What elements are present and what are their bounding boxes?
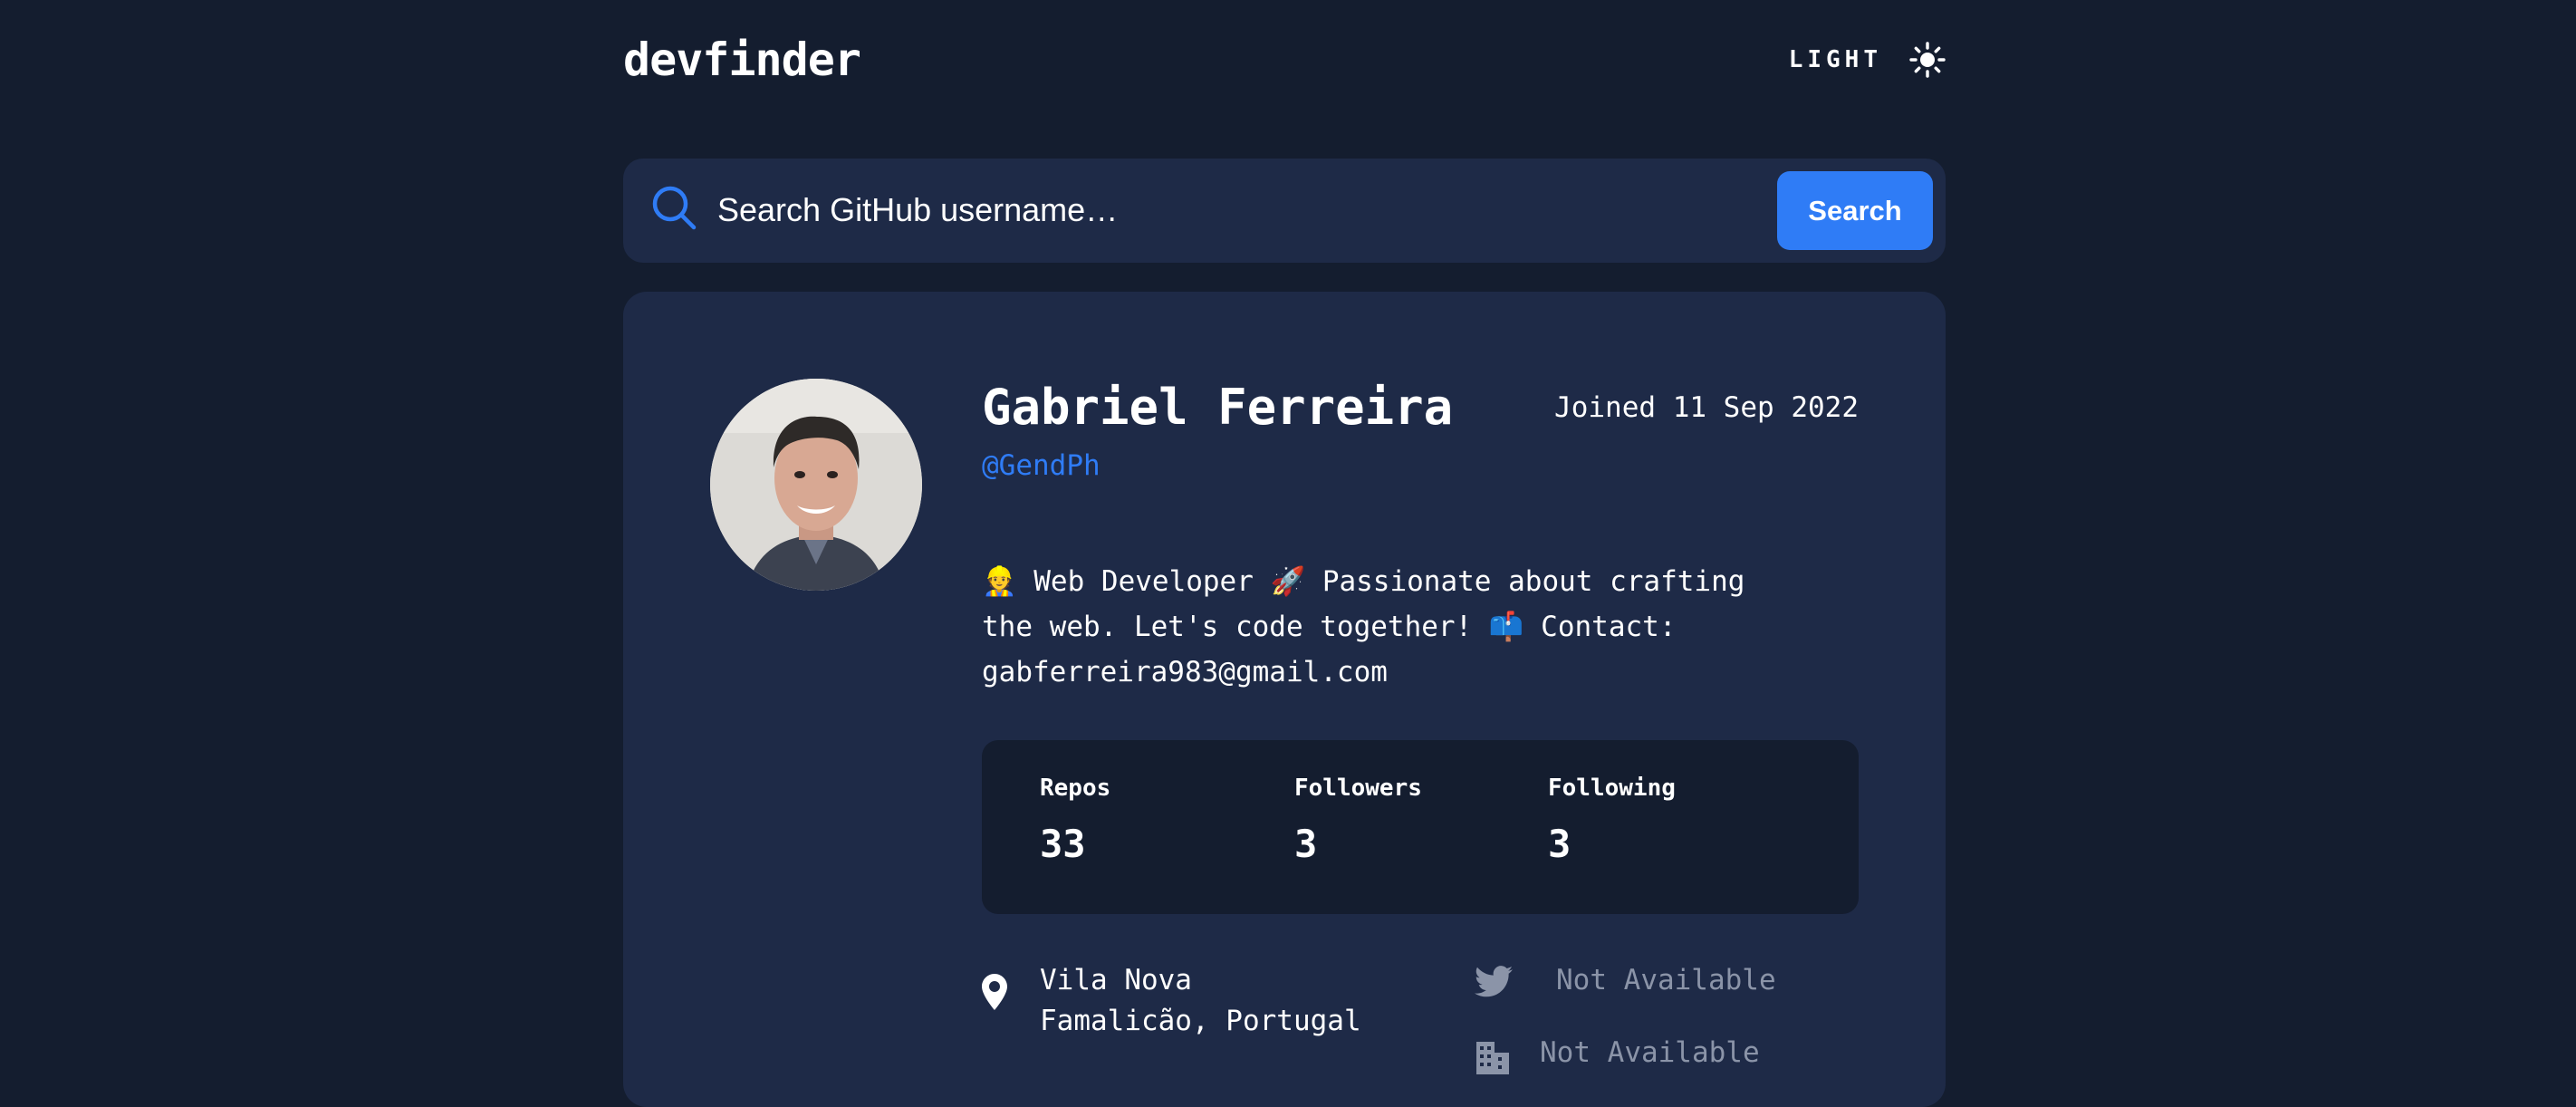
stat-repos-value: 33 [1040,822,1086,866]
app-logo: devfinder [623,34,861,86]
location-text: Vila Nova Famalicão, Portugal [1040,960,1361,1042]
stat-repos-label: Repos [1040,775,1111,802]
location-line-1: Vila Nova [1040,964,1192,996]
stat-followers: Followers 3 [1294,775,1422,866]
stat-following: Following 3 [1548,775,1676,866]
profile-name: Gabriel Ferreira [982,379,1454,436]
twitter-item: Not Available [1475,960,1776,1001]
theme-toggle-button[interactable]: LIGHT [1789,42,1946,78]
profile-bio: 👷 Web Developer 🚀 Passionate about craft… [982,565,1745,688]
theme-toggle-label: LIGHT [1788,46,1882,73]
stat-following-label: Following [1548,775,1676,802]
company-item: Not Available [1475,1033,1760,1074]
search-input[interactable] [716,177,1476,244]
stat-following-value: 3 [1548,822,1572,866]
stats-panel: Repos 33 Followers 3 Following 3 [982,740,1859,914]
company-text: Not Available [1540,1036,1760,1069]
stat-repos: Repos 33 [1040,775,1110,866]
profile-card: Gabriel Ferreira Joined 11 Sep 2022 @Gen… [623,292,1946,1107]
location-pin-icon [982,974,1007,1010]
stat-followers-value: 3 [1294,822,1318,866]
profile-login-link[interactable]: @GendPh [982,449,1101,482]
sun-icon [1909,42,1946,78]
location-item: Vila Nova Famalicão, Portugal [982,960,1361,1042]
header: devfinder LIGHT [623,27,1946,92]
building-icon [1476,1042,1509,1074]
search-button[interactable]: Search [1777,171,1933,250]
twitter-text: Not Available [1556,964,1776,996]
devfinder-app: devfinder LIGHT Search GitHub username… … [623,0,1946,1107]
stat-followers-label: Followers [1294,775,1422,802]
avatar [710,379,922,591]
twitter-icon [1475,966,1513,997]
avatar-photo [710,379,922,591]
joined-date: Joined 11 Sep 2022 [1554,391,1859,424]
location-line-2: Famalicão, Portugal [1040,1005,1361,1037]
search-icon [652,186,697,230]
search-bar: Search [623,159,1946,263]
